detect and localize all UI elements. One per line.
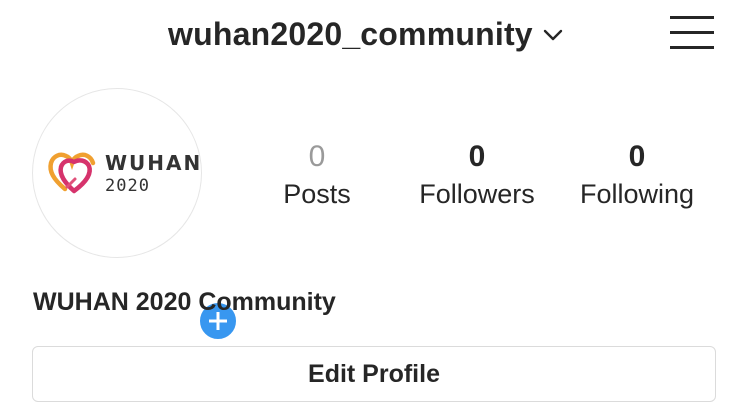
stat-posts[interactable]: 0 Posts: [242, 138, 392, 212]
followers-label: Followers: [419, 179, 535, 209]
profile-avatar-area: WUHAN 2020: [32, 88, 239, 342]
account-switcher[interactable]: wuhan2020_community: [168, 12, 563, 56]
avatar[interactable]: WUHAN 2020: [32, 88, 202, 258]
heart-logo-icon: [47, 147, 101, 195]
hamburger-menu-icon[interactable]: [670, 14, 714, 52]
following-label: Following: [579, 179, 695, 209]
logo-title-text: WUHAN: [105, 151, 202, 175]
profile-header: wuhan2020_community: [0, 0, 733, 70]
followers-count: 0: [468, 140, 486, 173]
posts-count: 0: [308, 140, 326, 173]
chevron-down-icon: [543, 28, 563, 41]
following-count: 0: [628, 140, 646, 173]
logo-year-text: 2020: [105, 176, 150, 196]
username: wuhan2020_community: [168, 15, 533, 52]
stat-followers[interactable]: 0 Followers: [402, 138, 552, 212]
stat-following[interactable]: 0 Following: [562, 138, 712, 212]
posts-label: Posts: [283, 179, 351, 209]
edit-profile-button[interactable]: Edit Profile: [32, 346, 716, 402]
profile-display-name: WUHAN 2020 Community: [33, 288, 336, 316]
